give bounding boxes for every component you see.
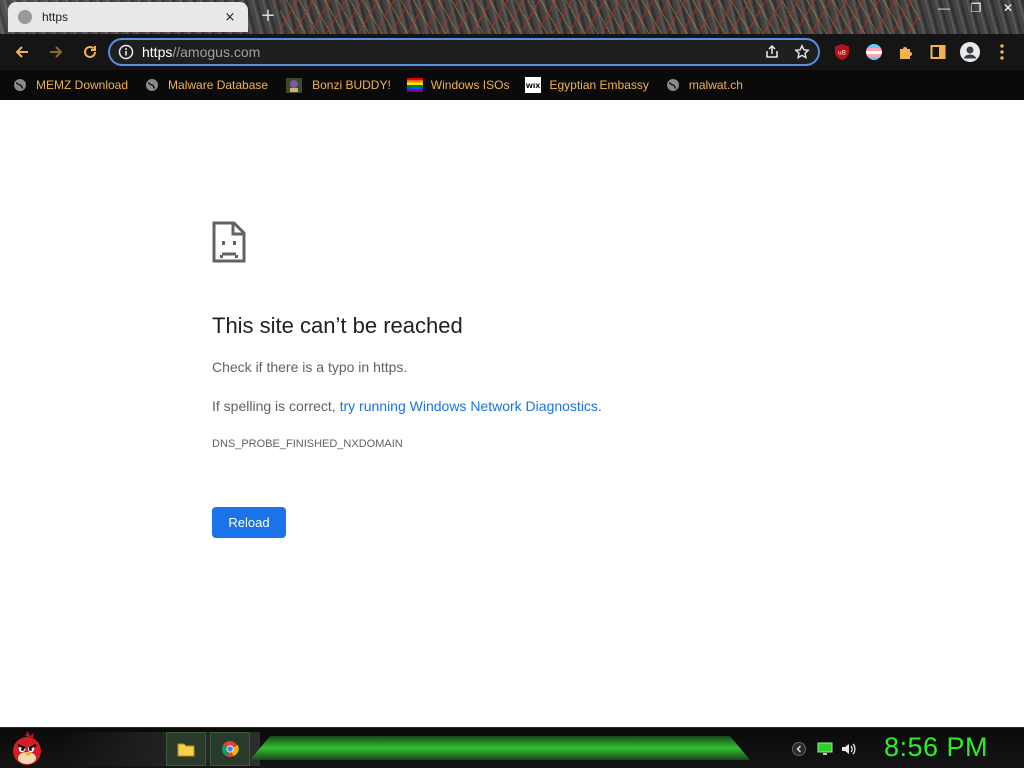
title-bar: https × + — ❐ ✕ <box>0 0 1024 34</box>
wix-icon: WIX <box>525 77 542 93</box>
bookmarks-bar: MEMZ Download Malware Database Bonzi BUD… <box>0 70 1024 100</box>
chevron-left-icon <box>792 742 806 756</box>
network-monitor-icon <box>817 742 833 755</box>
page-content: This site can’t be reached Check if ther… <box>0 103 1024 727</box>
url-scheme: https <box>142 44 173 60</box>
extensions-button[interactable] <box>894 40 918 64</box>
theme-background <box>280 0 920 34</box>
puzzle-icon <box>900 47 912 59</box>
ublock-badge: uB <box>838 50 846 57</box>
sad-document-icon <box>212 221 246 263</box>
error-suggestion-typo: Check if there is a typo in https. <box>212 359 408 375</box>
maximize-button[interactable]: ❐ <box>960 0 992 18</box>
bookmark-label: Bonzi BUDDY! <box>312 78 391 92</box>
bookmark-label: MEMZ Download <box>36 78 129 92</box>
bonzi-icon <box>284 75 304 95</box>
bookmark-star-icon[interactable] <box>794 44 810 60</box>
reload-button[interactable]: Reload <box>212 507 286 538</box>
taskbar-chrome[interactable] <box>210 732 250 766</box>
globe-icon <box>665 77 681 93</box>
profile-button[interactable] <box>958 40 982 64</box>
address-bar[interactable]: https//amogus.com <box>108 38 820 66</box>
bookmark-label: malwat.ch <box>688 78 743 92</box>
close-window-button[interactable]: ✕ <box>992 0 1024 18</box>
tray-chevron[interactable] <box>790 740 808 758</box>
site-info-icon[interactable] <box>118 44 134 60</box>
bookmark-malware-database[interactable]: Malware Database <box>144 77 268 93</box>
network-diagnostics-link[interactable]: try running Windows Network Diagnostics <box>340 398 598 414</box>
wix-badge: WIX <box>526 82 541 90</box>
tray-network[interactable] <box>816 740 834 758</box>
back-button[interactable] <box>6 36 38 68</box>
angry-bird-icon <box>13 731 41 765</box>
side-panel-button[interactable] <box>926 40 950 64</box>
globe-icon <box>18 10 32 24</box>
arrow-left-icon <box>15 46 28 58</box>
new-tab-button[interactable]: + <box>258 6 278 26</box>
bookmark-egyptian-embassy[interactable]: WIX Egyptian Embassy <box>525 77 649 93</box>
tab-title: https <box>42 10 69 24</box>
globe-icon <box>12 77 28 93</box>
browser-tab[interactable]: https × <box>8 2 248 32</box>
bookmark-bonzi-buddy[interactable]: Bonzi BUDDY! <box>284 75 391 95</box>
ublock-icon: uB <box>835 44 849 60</box>
trans-flag-icon <box>866 44 882 60</box>
bookmark-windows-isos[interactable]: Windows ISOs <box>406 77 510 93</box>
taskbar-glow <box>250 736 750 760</box>
globe-icon <box>144 77 160 93</box>
error-title: This site can’t be reached <box>212 313 463 338</box>
url-rest: //amogus.com <box>172 44 261 60</box>
window-controls: — ❐ ✕ <box>928 0 1024 18</box>
bookmark-label: Malware Database <box>168 78 269 92</box>
chrome-icon <box>222 741 239 757</box>
forward-button[interactable] <box>40 36 72 68</box>
side-panel-icon <box>930 45 946 59</box>
diagnostics-prefix: If spelling is correct, <box>212 398 340 414</box>
rainbow-flag-icon <box>406 77 423 93</box>
ublock-extension[interactable]: uB <box>830 40 854 64</box>
minimize-button[interactable]: — <box>928 0 960 18</box>
folder-icon <box>177 743 195 757</box>
browser-toolbar: https//amogus.com uB <box>0 34 1024 70</box>
error-suggestion-diagnostics: If spelling is correct, try running Wind… <box>212 398 602 414</box>
bookmark-malwat-ch[interactable]: malwat.ch <box>665 77 743 93</box>
taskbar: 8:56 PM <box>0 727 1024 768</box>
arrow-right-icon <box>50 46 63 58</box>
refresh-icon <box>84 45 96 58</box>
diagnostics-suffix: . <box>597 398 602 414</box>
taskbar-clock[interactable]: 8:56 PM <box>884 732 988 763</box>
start-button[interactable] <box>8 730 46 768</box>
kebab-menu-icon <box>1000 44 1004 60</box>
speaker-icon <box>842 743 856 755</box>
taskbar-file-explorer[interactable] <box>166 732 206 766</box>
share-icon[interactable] <box>764 44 780 60</box>
bookmark-label: Egyptian Embassy <box>549 78 649 92</box>
avatar-icon <box>960 42 980 62</box>
error-code: DNS_PROBE_FINISHED_NXDOMAIN <box>212 438 403 450</box>
flag-extension[interactable] <box>862 40 886 64</box>
bookmark-label: Windows ISOs <box>430 78 510 92</box>
menu-button[interactable] <box>990 40 1014 64</box>
address-text[interactable]: https//amogus.com <box>142 44 764 60</box>
bookmark-memz-download[interactable]: MEMZ Download <box>12 77 128 93</box>
tray-volume[interactable] <box>840 740 858 758</box>
tab-close-button[interactable]: × <box>222 10 238 25</box>
refresh-button[interactable] <box>74 36 106 68</box>
